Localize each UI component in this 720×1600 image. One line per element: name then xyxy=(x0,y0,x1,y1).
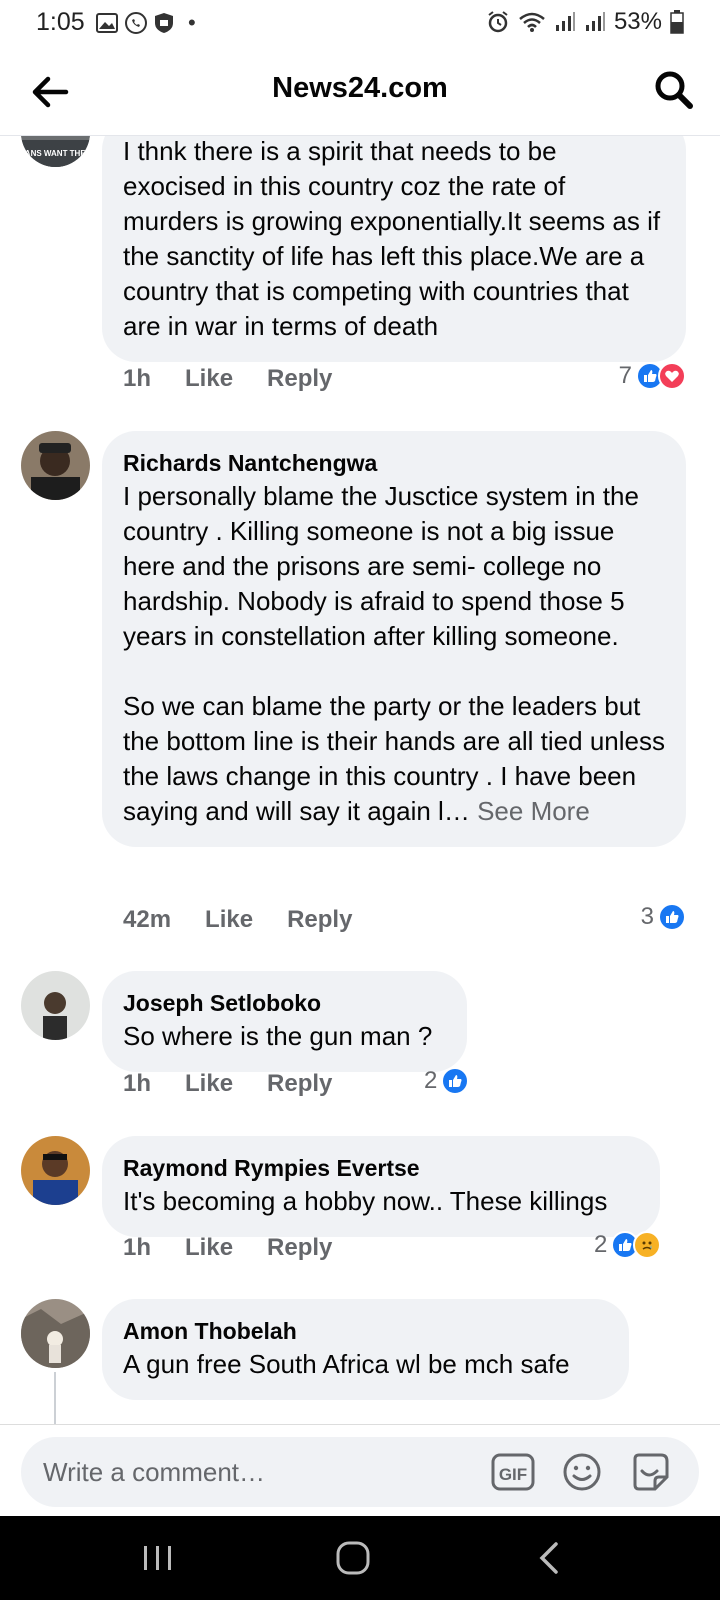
sad-icon xyxy=(633,1231,662,1259)
recents-button[interactable] xyxy=(138,1538,178,1578)
avatar[interactable]: ERICANS WANT THE SKY xyxy=(21,136,90,167)
comment-text: I personally blame the Jusctice system i… xyxy=(123,479,666,829)
status-time: 1:05 xyxy=(36,8,85,36)
gif-button[interactable]: GIF xyxy=(491,1451,535,1493)
emoji-button[interactable] xyxy=(561,1451,603,1493)
gif-icon: GIF xyxy=(491,1453,535,1491)
gif-label: GIF xyxy=(499,1465,527,1484)
alarm-icon xyxy=(488,11,508,33)
reactions-count: 7 xyxy=(618,362,632,389)
smiley-icon xyxy=(563,1453,601,1491)
system-icons: 53% xyxy=(486,8,684,36)
signal-icon xyxy=(585,12,605,31)
comment-actions: 1h Like Reply xyxy=(123,1070,366,1098)
reactions-count: 2 xyxy=(594,1231,608,1258)
battery-percent: 53% xyxy=(613,8,662,35)
reactions-summary[interactable]: 3 xyxy=(641,903,686,931)
comment-time[interactable]: 1h xyxy=(123,365,151,393)
avatar-text: ERICANS WANT THE SKY xyxy=(21,149,90,158)
comment-actions: 1h Like Reply xyxy=(123,365,366,393)
comment-composer: GIF xyxy=(0,1424,720,1516)
status-bar: 1:05 • 53% xyxy=(0,0,720,46)
comment-bubble[interactable]: Amon Thobelah A gun free South Africa wl… xyxy=(102,1299,629,1400)
reactions-summary[interactable]: 7 xyxy=(619,362,686,390)
avatar[interactable] xyxy=(21,971,90,1040)
comment-time[interactable]: 1h xyxy=(123,1070,151,1098)
avatar[interactable] xyxy=(21,1136,90,1205)
search-button[interactable] xyxy=(652,68,696,112)
like-icon xyxy=(658,903,686,931)
avatar-image xyxy=(21,971,90,1040)
comment-actions: 42m Like Reply xyxy=(123,906,386,934)
status-dot: • xyxy=(188,10,196,35)
like-icon xyxy=(441,1067,470,1095)
avatar-image xyxy=(21,431,90,500)
avatar-image xyxy=(21,1136,90,1205)
comment-author[interactable]: Raymond Rympies Evertse xyxy=(123,1152,640,1184)
recents-icon xyxy=(144,1546,171,1570)
system-navigation-bar xyxy=(0,1516,720,1600)
love-icon xyxy=(658,362,686,390)
reply-button[interactable]: Reply xyxy=(267,365,332,393)
like-button[interactable]: Like xyxy=(205,906,253,934)
comment-time[interactable]: 1h xyxy=(123,1234,151,1262)
shield-icon xyxy=(155,13,173,33)
avatar-image xyxy=(21,1299,90,1368)
comments-list[interactable]: ERICANS WANT THE SKY I thnk there is a s… xyxy=(0,136,720,1424)
reactions-summary[interactable]: 2 xyxy=(424,1067,470,1095)
search-icon xyxy=(655,71,693,109)
notification-icons: • xyxy=(96,10,196,36)
reply-button[interactable]: Reply xyxy=(287,906,352,934)
comment-text: I thnk there is a spirit that needs to b… xyxy=(123,136,661,341)
comment-body: I personally blame the Jusctice system i… xyxy=(123,481,665,826)
back-nav-button[interactable] xyxy=(530,1538,570,1578)
battery-icon xyxy=(670,10,684,34)
reply-thread-line xyxy=(54,1372,56,1424)
comment-text: It's becoming a hobby now.. These killin… xyxy=(123,1186,608,1216)
top-app-bar: News24.com xyxy=(0,46,720,136)
reply-button[interactable]: Reply xyxy=(267,1234,332,1262)
comment-bubble[interactable]: Raymond Rympies Evertse It's becoming a … xyxy=(102,1136,660,1237)
composer-box[interactable]: GIF xyxy=(21,1437,699,1507)
page-title: News24.com xyxy=(272,72,448,104)
reply-button[interactable]: Reply xyxy=(267,1070,332,1098)
comment-bubble[interactable]: Joseph Setloboko So where is the gun man… xyxy=(102,971,467,1072)
like-button[interactable]: Like xyxy=(185,1234,233,1262)
comment-actions: 1h Like Reply xyxy=(123,1234,366,1262)
comment-text: A gun free South Africa wl be mch safe xyxy=(123,1349,570,1379)
sticker-icon xyxy=(633,1453,669,1491)
whatsapp-icon xyxy=(125,12,147,34)
see-more-link[interactable]: See More xyxy=(477,796,590,826)
reactions-summary[interactable]: 2 xyxy=(594,1231,662,1259)
avatar-image: ERICANS WANT THE SKY xyxy=(21,136,90,167)
avatar[interactable] xyxy=(21,431,90,500)
avatar[interactable] xyxy=(21,1299,90,1368)
gallery-icon xyxy=(96,13,118,33)
sticker-button[interactable] xyxy=(629,1451,671,1493)
chevron-left-icon xyxy=(539,1542,558,1574)
like-button[interactable]: Like xyxy=(185,1070,233,1098)
comment-bubble[interactable]: I thnk there is a spirit that needs to b… xyxy=(102,136,686,362)
comment-input[interactable] xyxy=(43,1454,463,1490)
wifi-icon xyxy=(519,12,545,32)
comment-author[interactable]: Joseph Setloboko xyxy=(123,987,447,1019)
home-button[interactable] xyxy=(333,1538,373,1578)
comment-author[interactable]: Amon Thobelah xyxy=(123,1315,609,1347)
signal-icon xyxy=(555,12,575,31)
home-icon xyxy=(336,1541,370,1575)
comment-author[interactable]: Richards Nantchengwa xyxy=(123,447,666,479)
comment-bubble[interactable]: Richards Nantchengwa I personally blame … xyxy=(102,431,686,847)
reactions-count: 2 xyxy=(424,1067,438,1094)
reactions-count: 3 xyxy=(640,903,654,930)
comment-text: So where is the gun man ? xyxy=(123,1021,433,1051)
like-button[interactable]: Like xyxy=(185,365,233,393)
comment-time[interactable]: 42m xyxy=(123,906,171,934)
